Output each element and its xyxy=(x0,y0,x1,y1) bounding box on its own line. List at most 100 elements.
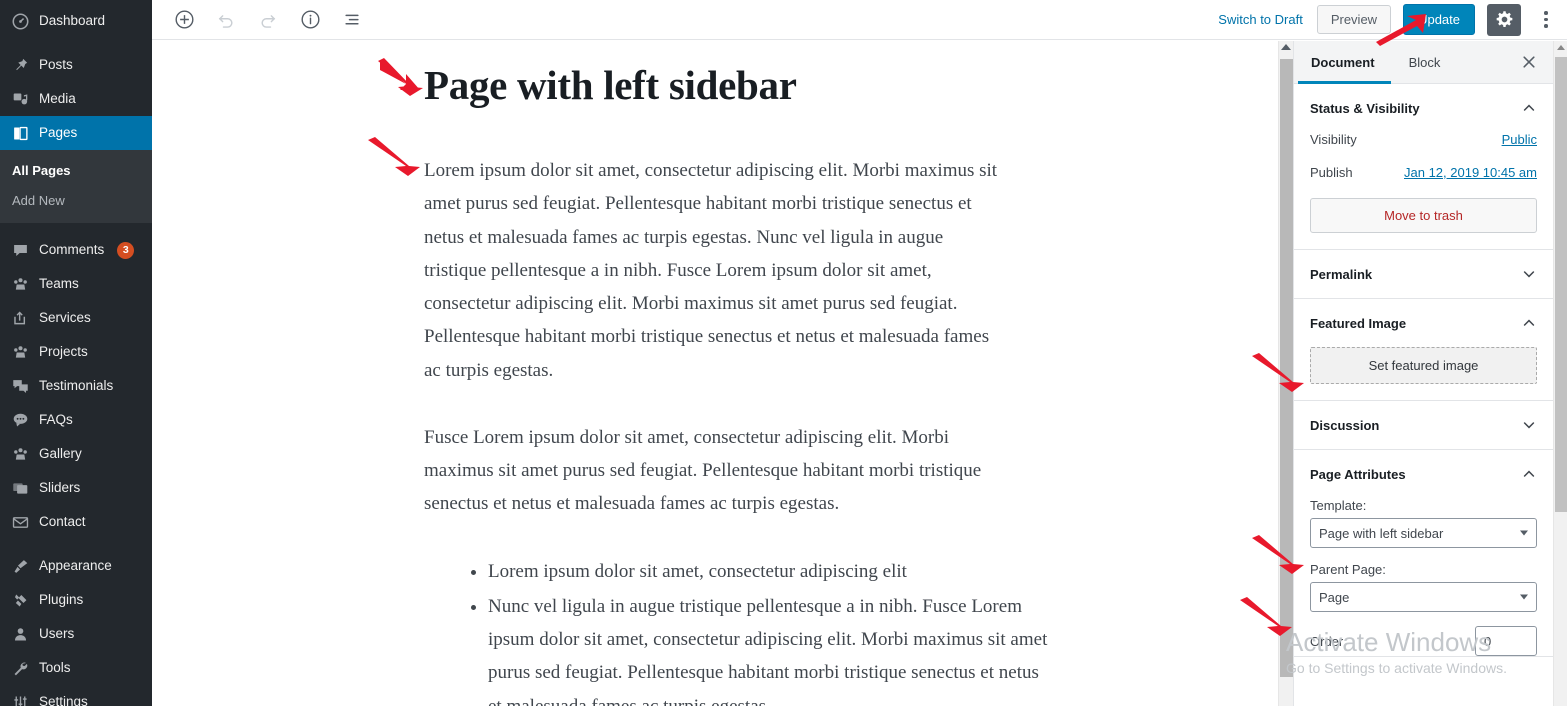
chevron-down-icon xyxy=(1520,530,1528,536)
editor-scrollbar-thumb[interactable] xyxy=(1280,59,1293,677)
preview-button[interactable]: Preview xyxy=(1316,4,1392,35)
template-select[interactable]: Page with left sidebar xyxy=(1310,518,1537,548)
paragraph-block[interactable]: Lorem ipsum dolor sit amet, consectetur … xyxy=(424,154,1004,387)
list-item[interactable]: Lorem ipsum dolor sit amet, consectetur … xyxy=(488,555,1048,588)
order-row: Order 0 xyxy=(1310,626,1537,656)
panel-page-attributes: Page Attributes Template: Page with left… xyxy=(1294,450,1553,657)
users-group-icon xyxy=(10,274,30,294)
editor-scrollbar[interactable] xyxy=(1278,41,1293,706)
set-featured-image-button[interactable]: Set featured image xyxy=(1310,347,1537,384)
panel-title: Permalink xyxy=(1310,266,1373,282)
move-to-trash-button[interactable]: Move to trash xyxy=(1310,198,1537,233)
sidebar-item-label: Plugins xyxy=(39,592,84,608)
publish-label: Publish xyxy=(1310,165,1353,180)
chevron-up-icon[interactable] xyxy=(1521,100,1537,116)
submenu-item-label: All Pages xyxy=(12,163,71,178)
sidebar-item-tools[interactable]: Tools xyxy=(0,651,152,685)
page-scrollbar[interactable] xyxy=(1553,41,1567,706)
sidebar-item-testimonials[interactable]: Testimonials xyxy=(0,369,152,403)
update-button[interactable]: Update xyxy=(1403,3,1475,36)
list-block[interactable]: Lorem ipsum dolor sit amet, consectetur … xyxy=(488,555,1048,706)
pages-submenu: All Pages Add New xyxy=(0,150,152,223)
chevron-up-icon[interactable] xyxy=(1521,315,1537,331)
panel-header-page-attributes[interactable]: Page Attributes xyxy=(1310,450,1537,498)
undo-icon[interactable] xyxy=(210,4,242,36)
testimonial-icon xyxy=(10,376,30,396)
template-label: Template: xyxy=(1310,498,1367,513)
tab-block[interactable]: Block xyxy=(1392,41,1458,84)
plus-circle-icon[interactable] xyxy=(168,4,200,36)
close-icon[interactable] xyxy=(1521,41,1553,84)
scroll-up-arrow-icon[interactable] xyxy=(1556,45,1565,50)
panel-title: Discussion xyxy=(1310,417,1380,433)
panel-header-permalink[interactable]: Permalink xyxy=(1310,250,1537,298)
list-view-icon[interactable] xyxy=(336,4,368,36)
chevron-down-icon[interactable] xyxy=(1521,266,1537,282)
sidebar-item-users[interactable]: Users xyxy=(0,617,152,651)
publish-date-link[interactable]: Jan 12, 2019 10:45 am xyxy=(1404,165,1537,180)
redo-icon[interactable] xyxy=(252,4,284,36)
sidebar-item-teams[interactable]: Teams xyxy=(0,267,152,301)
chevron-down-icon xyxy=(1520,594,1528,600)
publish-row: Publish Jan 12, 2019 10:45 am xyxy=(1310,165,1537,180)
sliders-icon xyxy=(10,692,30,706)
editor-canvas[interactable]: Page with left sidebar Lorem ipsum dolor… xyxy=(152,41,1278,706)
sidebar-item-dashboard[interactable]: Dashboard xyxy=(0,4,152,38)
tab-label: Block xyxy=(1408,54,1441,70)
header-right-actions: Switch to Draft Preview Update xyxy=(1216,3,1567,36)
menu-separator xyxy=(0,38,152,48)
sidebar-item-plugins[interactable]: Plugins xyxy=(0,583,152,617)
sidebar-item-media[interactable]: Media xyxy=(0,82,152,116)
comment-icon xyxy=(10,240,30,260)
sidebar-item-appearance[interactable]: Appearance xyxy=(0,549,152,583)
dashboard-icon xyxy=(10,11,30,31)
sidebar-item-settings[interactable]: Settings xyxy=(0,685,152,706)
sidebar-item-pages[interactable]: Pages xyxy=(0,116,152,150)
template-selected-value: Page with left sidebar xyxy=(1319,525,1444,541)
sidebar-item-label: Sliders xyxy=(39,480,81,496)
list-item[interactable]: Nunc vel ligula in augue tristique pelle… xyxy=(488,590,1048,706)
parent-page-label: Parent Page: xyxy=(1310,562,1386,577)
sidebar-item-label: Testimonials xyxy=(39,378,114,394)
scroll-up-arrow-icon[interactable] xyxy=(1281,44,1291,50)
panel-header-featured-image[interactable]: Featured Image xyxy=(1310,299,1537,347)
sidebar-item-contact[interactable]: Contact xyxy=(0,505,152,539)
submenu-item-add-new[interactable]: Add New xyxy=(0,186,152,216)
order-value: 0 xyxy=(1484,633,1492,649)
sidebar-item-gallery[interactable]: Gallery xyxy=(0,437,152,471)
more-vertical-icon[interactable] xyxy=(1533,4,1559,36)
sidebar-item-label: Gallery xyxy=(39,446,82,462)
order-label: Order xyxy=(1310,633,1344,649)
parent-page-select[interactable]: Page xyxy=(1310,582,1537,612)
sidebar-item-projects[interactable]: Projects xyxy=(0,335,152,369)
visibility-label: Visibility xyxy=(1310,132,1357,147)
sidebar-item-comments[interactable]: Comments 3 xyxy=(0,233,152,267)
visibility-value-link[interactable]: Public xyxy=(1502,132,1537,147)
user-icon xyxy=(10,624,30,644)
slides-icon xyxy=(10,478,30,498)
sidebar-item-faqs[interactable]: FAQs xyxy=(0,403,152,437)
panel-header-status-visibility[interactable]: Status & Visibility xyxy=(1310,84,1537,132)
submenu-item-all-pages[interactable]: All Pages xyxy=(0,156,152,186)
panel-discussion: Discussion xyxy=(1294,401,1553,450)
sidebar-item-posts[interactable]: Posts xyxy=(0,48,152,82)
paragraph-block[interactable]: Fusce Lorem ipsum dolor sit amet, consec… xyxy=(424,421,1004,521)
tab-document[interactable]: Document xyxy=(1294,41,1392,84)
page-title[interactable]: Page with left sidebar xyxy=(424,61,1188,110)
sidebar-item-label: Comments xyxy=(39,242,105,258)
sidebar-item-services[interactable]: Services xyxy=(0,301,152,335)
order-input[interactable]: 0 xyxy=(1475,626,1537,656)
switch-to-draft-link[interactable]: Switch to Draft xyxy=(1216,8,1305,31)
page-scrollbar-thumb[interactable] xyxy=(1555,57,1567,512)
menu-separator xyxy=(0,539,152,549)
sidebar-item-label: Contact xyxy=(39,514,86,530)
sidebar-item-label: Posts xyxy=(39,57,73,73)
panel-status-visibility: Status & Visibility Visibility Public Pu… xyxy=(1294,84,1553,250)
info-circle-icon[interactable] xyxy=(294,4,326,36)
chevron-up-icon[interactable] xyxy=(1521,466,1537,482)
gear-icon[interactable] xyxy=(1487,3,1521,36)
sidebar-item-sliders[interactable]: Sliders xyxy=(0,471,152,505)
wrench-icon xyxy=(10,658,30,678)
chevron-down-icon[interactable] xyxy=(1521,417,1537,433)
panel-header-discussion[interactable]: Discussion xyxy=(1310,401,1537,449)
